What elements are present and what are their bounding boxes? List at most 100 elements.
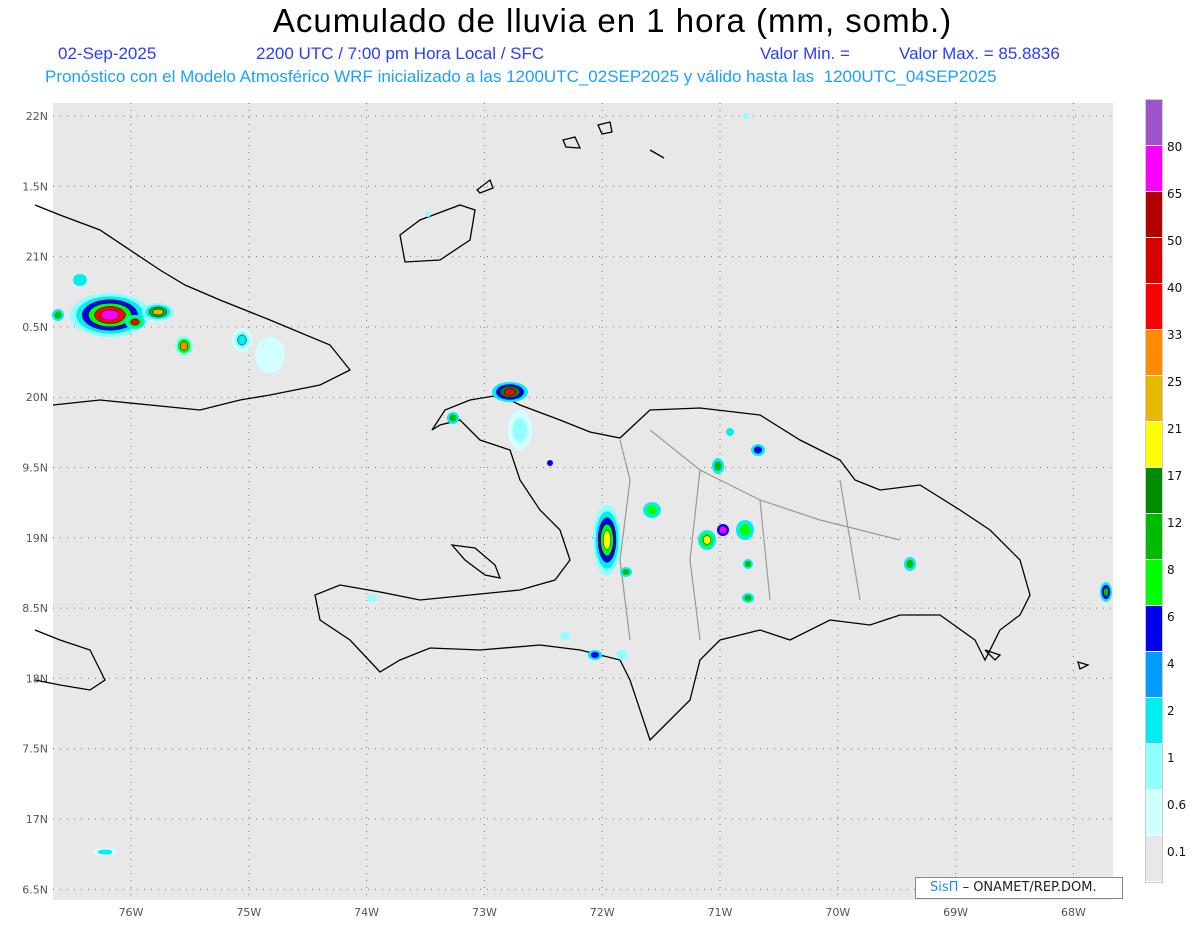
- rain-contour: [1103, 587, 1109, 597]
- rain-contour: [602, 530, 612, 550]
- lon-label: 74W: [354, 906, 379, 919]
- lat-label: 9.5N: [22, 462, 48, 475]
- rain-contour: [616, 650, 628, 660]
- rain-contour: [54, 311, 62, 319]
- lat-label: 21N: [26, 251, 48, 264]
- lat-label: 19N: [26, 532, 48, 545]
- rain-contour: [179, 341, 189, 351]
- colorbar-label: 1: [1167, 751, 1175, 765]
- colorbar-label: 0.6: [1167, 798, 1187, 812]
- rain-contour: [560, 632, 570, 640]
- lat-label: 7.5N: [22, 743, 48, 756]
- lon-label: 75W: [236, 906, 261, 919]
- rain-contour: [425, 211, 431, 217]
- sispi-logo: SisΠ: [930, 880, 959, 895]
- colorbar-swatch: [1146, 238, 1162, 284]
- rainfall-map: 22N 1.5N 21N 0.5N 20N 9.5N 19N 8.5N 18N 7.5N 17N 6.…: [22, 103, 1113, 919]
- colorbar-swatch: [1146, 698, 1162, 744]
- colorbar-swatch: [1146, 836, 1162, 882]
- rain-contour: [503, 388, 517, 396]
- rain-contour: [152, 308, 164, 316]
- colorbar-swatch: [1146, 606, 1162, 652]
- colorbar-label: 33: [1167, 328, 1183, 342]
- colorbar-swatch: [1146, 422, 1162, 468]
- rain-contour: [73, 274, 87, 286]
- colorbar-swatch: [1146, 284, 1162, 330]
- lat-label: 22N: [26, 110, 48, 123]
- rain-contour: [739, 524, 751, 536]
- lon-label: 72W: [590, 906, 615, 919]
- rain-contour: [255, 337, 285, 373]
- colorbar-swatch: [1146, 376, 1162, 422]
- model-info-label: Pronóstico con el Modelo Atmosférico WRF…: [45, 67, 997, 86]
- colorbar-swatch: [1146, 790, 1162, 836]
- rain-contour: [719, 526, 727, 534]
- lon-label: 71W: [708, 906, 733, 919]
- colorbar-swatch: [1146, 146, 1162, 192]
- rain-contour: [590, 652, 600, 658]
- colorbar-label: 40: [1167, 281, 1183, 295]
- colorbar-swatch: [1146, 560, 1162, 606]
- date-label: 02-Sep-2025: [58, 44, 157, 63]
- rain-contour: [449, 414, 457, 422]
- colorbar-label: 25: [1167, 375, 1183, 389]
- lat-label: 18N: [26, 672, 48, 685]
- max-value-label: Valor Max. = 85.8836: [899, 44, 1060, 63]
- colorbar-swatch: [1146, 192, 1162, 238]
- rain-contour: [714, 461, 722, 471]
- lat-label: 8.5N: [22, 602, 48, 615]
- rain-contour: [753, 446, 763, 454]
- lat-label: 1.5N: [22, 180, 48, 193]
- lat-label: 6.5N: [22, 883, 48, 896]
- lon-label: 68W: [1061, 906, 1086, 919]
- rain-contour: [512, 418, 528, 442]
- colorbar-label: 8: [1167, 563, 1175, 577]
- colorbar-label: 6: [1167, 610, 1175, 624]
- colorbar-swatch: [1146, 330, 1162, 376]
- map-background: [53, 103, 1113, 900]
- colorbar-label: 12: [1167, 516, 1183, 530]
- rain-contour: [906, 559, 914, 569]
- min-value-label: Valor Min. =: [760, 44, 850, 63]
- colorbar-swatch: [1146, 100, 1162, 146]
- map-title: Acumulado de lluvia en 1 hora (mm, somb.…: [272, 2, 953, 39]
- colorbar-swatch: [1146, 514, 1162, 560]
- colorbar-swatch: [1146, 468, 1162, 514]
- lat-label: 0.5N: [22, 321, 48, 334]
- rain-contour: [702, 535, 712, 545]
- rain-contour: [646, 505, 658, 515]
- rain-contour: [622, 569, 630, 575]
- rain-contour: [547, 460, 553, 466]
- colorbar-label: 0.1: [1167, 845, 1187, 859]
- rain-contour: [367, 594, 377, 602]
- rain-contour: [745, 561, 751, 567]
- colorbar-label: 21: [1167, 422, 1183, 436]
- time-label: 2200 UTC / 7:00 pm Hora Local / SFC: [256, 44, 545, 63]
- rain-contour: [237, 334, 247, 346]
- colorbar-label: 2: [1167, 704, 1175, 718]
- lat-label: 20N: [26, 391, 48, 404]
- rain-contour: [744, 595, 752, 601]
- colorbar-label: 80: [1167, 140, 1183, 154]
- rain-contour: [726, 428, 734, 436]
- lon-label: 70W: [825, 906, 850, 919]
- latitude-labels: 22N 1.5N 21N 0.5N 20N 9.5N 19N 8.5N 18N 7.5N 17N 6.…: [22, 110, 48, 896]
- rain-contour: [100, 309, 120, 321]
- colorbar-label: 17: [1167, 469, 1183, 483]
- rain-contour: [130, 318, 140, 326]
- lon-label: 69W: [943, 906, 968, 919]
- colorbar-label: 4: [1167, 657, 1175, 671]
- lon-label: 73W: [472, 906, 497, 919]
- rain-contour: [743, 113, 749, 119]
- credit-text: – ONAMET/REP.DOM.: [962, 880, 1097, 895]
- rain-contour: [97, 849, 113, 855]
- longitude-labels: 76W 75W 74W 73W 72W 71W 70W 69W 68W: [119, 906, 1086, 919]
- lon-label: 76W: [119, 906, 144, 919]
- colorbar-swatch: [1146, 744, 1162, 790]
- lat-label: 17N: [26, 813, 48, 826]
- colorbar-label: 65: [1167, 187, 1183, 201]
- colorbar-label: 50: [1167, 234, 1183, 248]
- colorbar-swatch: [1146, 652, 1162, 698]
- credit-box: SisΠ – ONAMET/REP.DOM.: [915, 877, 1123, 899]
- colorbar: [1145, 99, 1163, 883]
